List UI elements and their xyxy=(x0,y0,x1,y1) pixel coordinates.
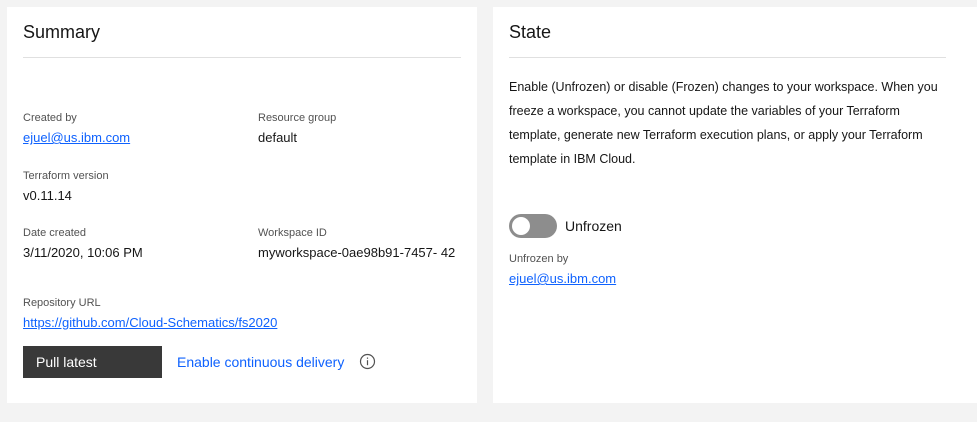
repository-url-link[interactable]: https://github.com/Cloud-Schematics/fs20… xyxy=(23,314,277,332)
created-by-label: Created by xyxy=(23,112,77,124)
workspace-id-label: Workspace ID xyxy=(258,227,327,239)
state-divider xyxy=(509,57,946,58)
information-icon[interactable] xyxy=(359,353,376,370)
summary-title: Summary xyxy=(23,22,101,42)
workspace-id-value: myworkspace-0ae98b91-7457- 42 xyxy=(258,245,456,260)
state-title: State xyxy=(509,22,552,42)
enable-continuous-delivery-link[interactable]: Enable continuous delivery xyxy=(177,352,344,372)
pull-latest-button[interactable]: Pull latest xyxy=(23,346,162,378)
freeze-toggle[interactable] xyxy=(509,214,557,238)
toggle-knob xyxy=(512,217,530,235)
date-created-value: 3/11/2020, 10:06 PM xyxy=(23,245,143,260)
terraform-version-label: Terraform version xyxy=(23,170,109,182)
unfrozen-by-link[interactable]: ejuel@us.ibm.com xyxy=(509,270,616,288)
created-by-link[interactable]: ejuel@us.ibm.com xyxy=(23,129,130,147)
state-description: Enable (Unfrozen) or disable (Frozen) ch… xyxy=(509,80,938,166)
unfrozen-by-label: Unfrozen by xyxy=(509,253,569,265)
resource-group-value: default xyxy=(258,130,298,145)
date-created-label: Date created xyxy=(23,227,86,239)
terraform-version-value: v0.11.14 xyxy=(23,188,72,203)
workspace-overview: Summary Created by ejuel@us.ibm.com Reso… xyxy=(0,0,977,422)
summary-card: Summary Created by ejuel@us.ibm.com Reso… xyxy=(7,7,477,403)
repository-url-label: Repository URL xyxy=(23,297,101,309)
summary-divider xyxy=(23,57,461,58)
state-card: State Enable (Unfrozen) or disable (Froz… xyxy=(493,7,977,403)
resource-group-label: Resource group xyxy=(258,112,337,124)
toggle-label: Unfrozen xyxy=(565,218,622,234)
